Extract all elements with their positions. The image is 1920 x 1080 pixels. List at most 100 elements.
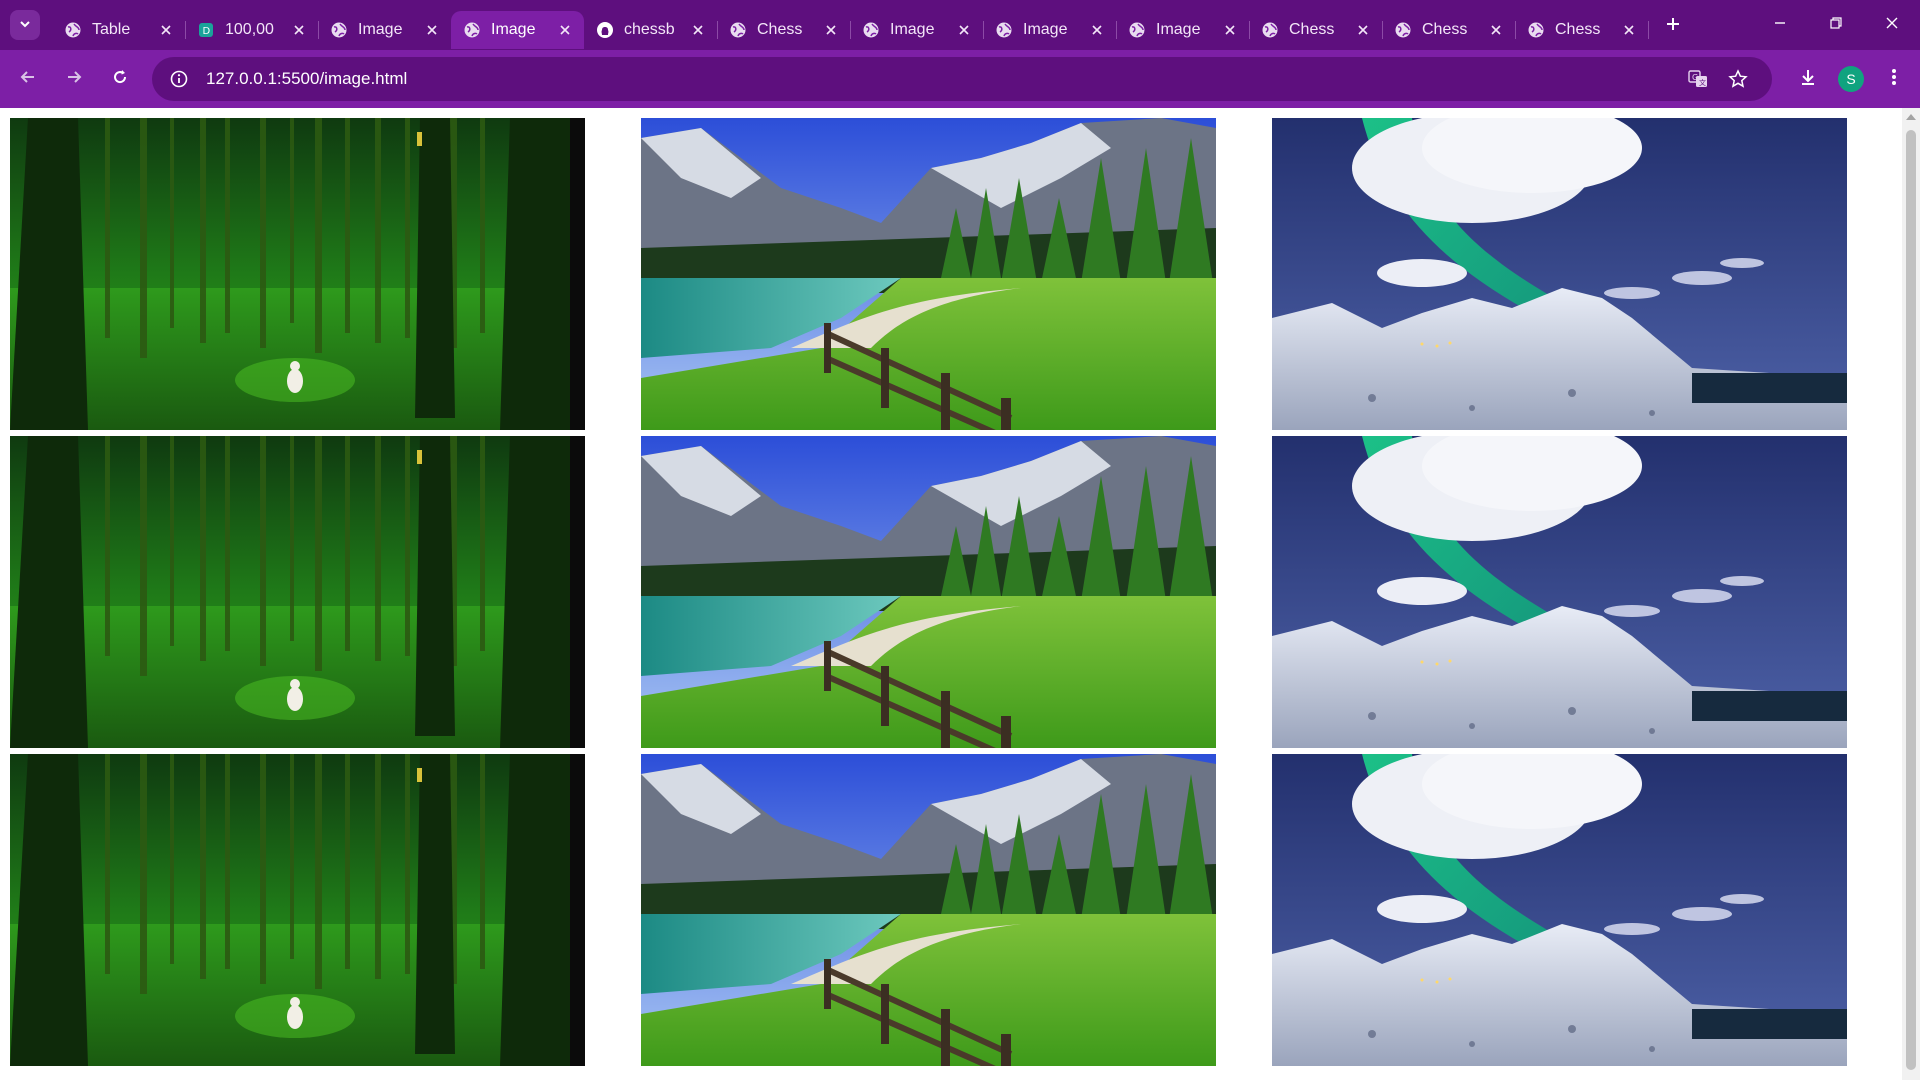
tab-7[interactable]: Image — [983, 11, 1117, 49]
tab-close-icon[interactable] — [423, 21, 441, 39]
tab-label: Chess — [1289, 21, 1335, 38]
reload-button[interactable] — [100, 59, 140, 99]
tab-9[interactable]: Chess — [1249, 11, 1383, 49]
globe-icon — [463, 21, 481, 39]
mountain-lake-image — [641, 754, 1216, 1066]
chevron-down-icon — [18, 17, 32, 34]
tab-3[interactable]: Image — [451, 11, 584, 49]
gallery-image-mountain-lake — [641, 118, 1216, 430]
tab-strip: Table D 100,00 Image Image chessb Chess Image Im… — [0, 0, 1920, 50]
tab-close-icon[interactable] — [157, 21, 175, 39]
tab-0[interactable]: Table — [52, 11, 186, 49]
tab-label: Image — [491, 21, 536, 38]
bookmark-star-icon[interactable] — [1718, 59, 1758, 99]
tab-11[interactable]: Chess — [1515, 11, 1649, 49]
close-window-button[interactable] — [1864, 0, 1920, 50]
vertical-scrollbar[interactable] — [1902, 108, 1920, 1080]
globe-icon — [1394, 21, 1412, 39]
profile-avatar[interactable]: S — [1838, 66, 1864, 92]
gallery-image-aurora — [1272, 118, 1847, 430]
tab-label: Chess — [1422, 21, 1468, 38]
address-url[interactable]: 127.0.0.1:5500/image.html — [206, 69, 1678, 89]
tab-close-icon[interactable] — [1221, 21, 1239, 39]
scroll-up-arrow[interactable] — [1906, 114, 1916, 120]
tab-label: Image — [1156, 21, 1201, 38]
globe-icon — [729, 21, 747, 39]
svg-text:D: D — [203, 26, 211, 37]
address-bar[interactable]: 127.0.0.1:5500/image.html G文 — [152, 57, 1772, 101]
tab-5[interactable]: Chess — [717, 11, 851, 49]
image-gallery — [10, 118, 1847, 1066]
tab-label: 100,00 — [225, 21, 274, 38]
mountain-lake-image — [641, 118, 1216, 430]
scroll-thumb[interactable] — [1906, 130, 1916, 1070]
tab-close-icon[interactable] — [689, 21, 707, 39]
new-tab-button[interactable] — [1658, 10, 1688, 40]
gallery-image-forest — [10, 118, 585, 430]
reload-icon — [111, 68, 129, 91]
github-icon — [596, 21, 614, 39]
minimize-icon — [1773, 16, 1787, 35]
restore-button[interactable] — [1808, 0, 1864, 50]
gallery-image-aurora — [1272, 754, 1847, 1066]
back-button[interactable] — [8, 59, 48, 99]
tab-label: Table — [92, 21, 131, 38]
aurora-image — [1272, 436, 1847, 748]
globe-icon — [1128, 21, 1146, 39]
gallery-image-mountain-lake — [641, 754, 1216, 1066]
forest-image — [10, 436, 585, 748]
globe-icon — [330, 21, 348, 39]
gallery-image-forest — [10, 754, 585, 1066]
tab-10[interactable]: Chess — [1382, 11, 1516, 49]
forest-image — [10, 118, 585, 430]
toolbar-actions: S — [1782, 59, 1914, 99]
menu-button[interactable] — [1874, 59, 1914, 99]
globe-icon — [64, 21, 82, 39]
tab-8[interactable]: Image — [1116, 11, 1250, 49]
tab-close-icon[interactable] — [822, 21, 840, 39]
plus-icon — [1665, 11, 1681, 39]
aurora-image — [1272, 754, 1847, 1066]
svg-text:G: G — [1692, 73, 1698, 82]
aurora-image — [1272, 118, 1847, 430]
page-viewport — [0, 108, 1920, 1080]
tab-close-icon[interactable] — [556, 21, 574, 39]
tab-close-icon[interactable] — [1620, 21, 1638, 39]
tab-close-icon[interactable] — [955, 21, 973, 39]
gallery-image-mountain-lake — [641, 436, 1216, 748]
browser-toolbar: 127.0.0.1:5500/image.html G文 S — [0, 50, 1920, 108]
tab-4[interactable]: chessb — [584, 11, 718, 49]
downloads-button[interactable] — [1788, 59, 1828, 99]
tab-label: Image — [1023, 21, 1068, 38]
tab-list: Table D 100,00 Image Image chessb Chess Image Im… — [52, 0, 1649, 50]
translate-icon[interactable]: G文 — [1678, 59, 1718, 99]
window-controls — [1752, 0, 1920, 50]
tab-label: Chess — [757, 21, 803, 38]
globe-icon — [862, 21, 880, 39]
svg-text:文: 文 — [1699, 78, 1706, 87]
arrow-right-icon — [65, 68, 83, 91]
globe-icon — [995, 21, 1013, 39]
tab-label: chessb — [624, 21, 675, 38]
tab-close-icon[interactable] — [1088, 21, 1106, 39]
tab-6[interactable]: Image — [850, 11, 984, 49]
tab-close-icon[interactable] — [1487, 21, 1505, 39]
tab-close-icon[interactable] — [1354, 21, 1372, 39]
gallery-image-aurora — [1272, 436, 1847, 748]
globe-icon — [1527, 21, 1545, 39]
close-icon — [1885, 16, 1899, 35]
arrow-left-icon — [19, 68, 37, 91]
tab-search-button[interactable] — [10, 10, 40, 40]
tab-2[interactable]: Image — [318, 11, 452, 49]
kebab-menu-icon — [1891, 67, 1897, 92]
forward-button[interactable] — [54, 59, 94, 99]
tab-1[interactable]: D 100,00 — [185, 11, 319, 49]
tab-close-icon[interactable] — [290, 21, 308, 39]
download-icon — [1798, 67, 1818, 92]
tab-label: Image — [890, 21, 935, 38]
tab-label: Image — [358, 21, 403, 38]
site-info-icon[interactable] — [166, 66, 192, 92]
tab-label: Chess — [1555, 21, 1601, 38]
mountain-lake-image — [641, 436, 1216, 748]
minimize-button[interactable] — [1752, 0, 1808, 50]
